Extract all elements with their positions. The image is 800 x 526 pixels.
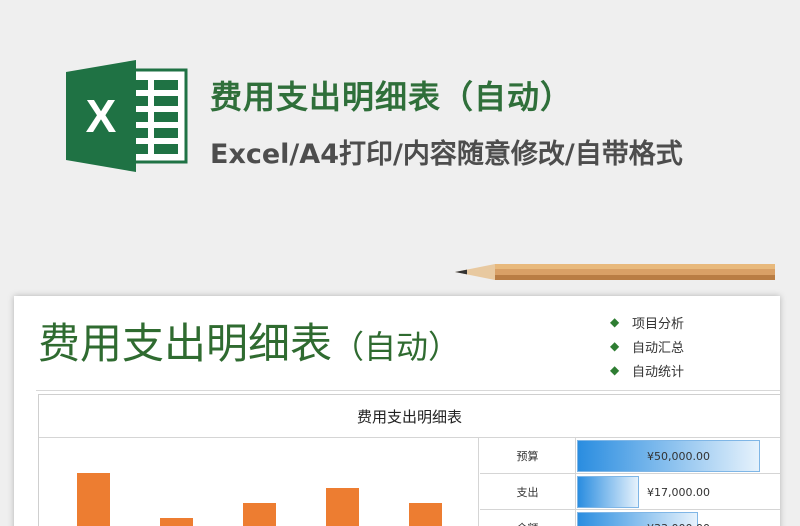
nav-item-auto-summary[interactable]: ◆ 自动汇总 — [610, 334, 684, 358]
sheet-title: 费用支出明细表（自动） — [38, 310, 460, 371]
nav-item-label: 自动汇总 — [632, 340, 685, 356]
report-title: 费用支出明细表 — [356, 407, 462, 426]
nav-item-label: 自动统计 — [632, 364, 685, 380]
diamond-bullet-icon: ◆ — [610, 315, 620, 329]
bar-chart — [39, 438, 479, 526]
chart-bar — [409, 503, 442, 526]
sheet-nav: ◆ 项目分析 ◆ 自动汇总 ◆ 自动统计 — [610, 310, 684, 382]
excel-logo-letter: X — [86, 90, 117, 142]
chart-bar — [77, 473, 110, 526]
promo-header: X 费用支出明细表（自动） Excel/A4打印/内容随意修改/自带格式 — [0, 0, 800, 250]
row-label: 支出 — [480, 474, 576, 510]
row-value: ¥33,000.00 — [647, 512, 710, 526]
row-label: 余额 — [480, 510, 576, 526]
nav-item-auto-stats[interactable]: ◆ 自动统计 — [610, 358, 684, 382]
promo-title: 费用支出明细表（自动） — [210, 78, 574, 116]
data-bar — [577, 476, 639, 508]
excel-logo-icon: X — [66, 60, 188, 172]
chart-bar — [243, 503, 276, 526]
chart-bar — [160, 518, 193, 526]
row-value: ¥50,000.00 — [647, 449, 710, 463]
chart-bar — [326, 488, 359, 526]
nav-item-project-analysis[interactable]: ◆ 项目分析 — [610, 310, 684, 334]
pencil-icon — [455, 264, 775, 280]
table-row: 余额 ¥33,000.00 — [480, 510, 781, 526]
row-label: 预算 — [480, 438, 576, 474]
diamond-bullet-icon: ◆ — [610, 339, 620, 353]
diamond-bullet-icon: ◆ — [610, 363, 620, 377]
sheet-title-main: 费用支出明细表 — [38, 319, 333, 368]
spreadsheet-preview: 费用支出明细表（自动） ◆ 项目分析 ◆ 自动汇总 ◆ 自动统计 费用支出明细表… — [14, 296, 781, 526]
row-value: ¥17,000.00 — [647, 485, 710, 499]
nav-item-label: 项目分析 — [632, 316, 685, 332]
divider — [36, 390, 780, 391]
table-row: 支出 ¥17,000.00 — [480, 474, 781, 510]
summary-table: 预算 ¥50,000.00 支出 ¥17,000.00 余额 ¥33,000.0… — [480, 438, 781, 526]
promo-subtitle: Excel/A4打印/内容随意修改/自带格式 — [210, 139, 683, 170]
table-row: 预算 ¥50,000.00 — [480, 438, 781, 474]
report-panel: 费用支出明细表 预算 ¥50,000.00 支出 ¥17,000.00 余额 — [38, 394, 781, 526]
sheet-title-suffix: （自动） — [332, 328, 461, 366]
